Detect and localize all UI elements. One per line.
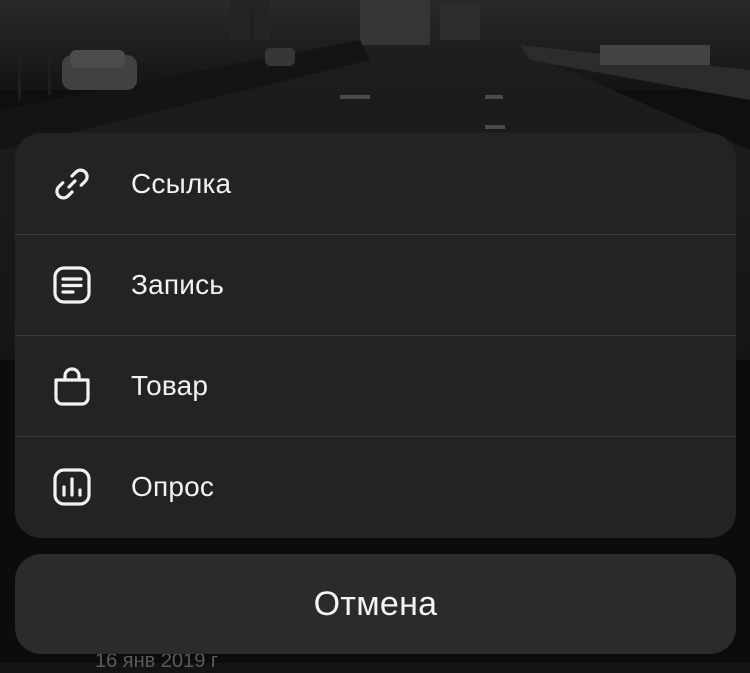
action-post-label: Запись: [131, 268, 225, 300]
poll-chart-icon: [50, 465, 94, 509]
document-icon: [50, 263, 94, 307]
shopping-bag-icon: [50, 364, 94, 408]
action-poll-label: Опрос: [131, 470, 215, 502]
action-poll[interactable]: Опрос: [15, 436, 736, 537]
cancel-button-label: Отмена: [313, 584, 438, 623]
action-product-label: Товар: [131, 369, 209, 401]
action-link-label: Ссылка: [131, 167, 232, 199]
action-link[interactable]: Ссылка: [15, 133, 736, 234]
link-icon: [50, 162, 94, 206]
action-product[interactable]: Товар: [15, 335, 736, 436]
action-sheet: Ссылка Запись Товар Опрос: [15, 133, 736, 538]
action-post[interactable]: Запись: [15, 234, 736, 335]
cancel-button[interactable]: Отмена: [15, 554, 736, 654]
